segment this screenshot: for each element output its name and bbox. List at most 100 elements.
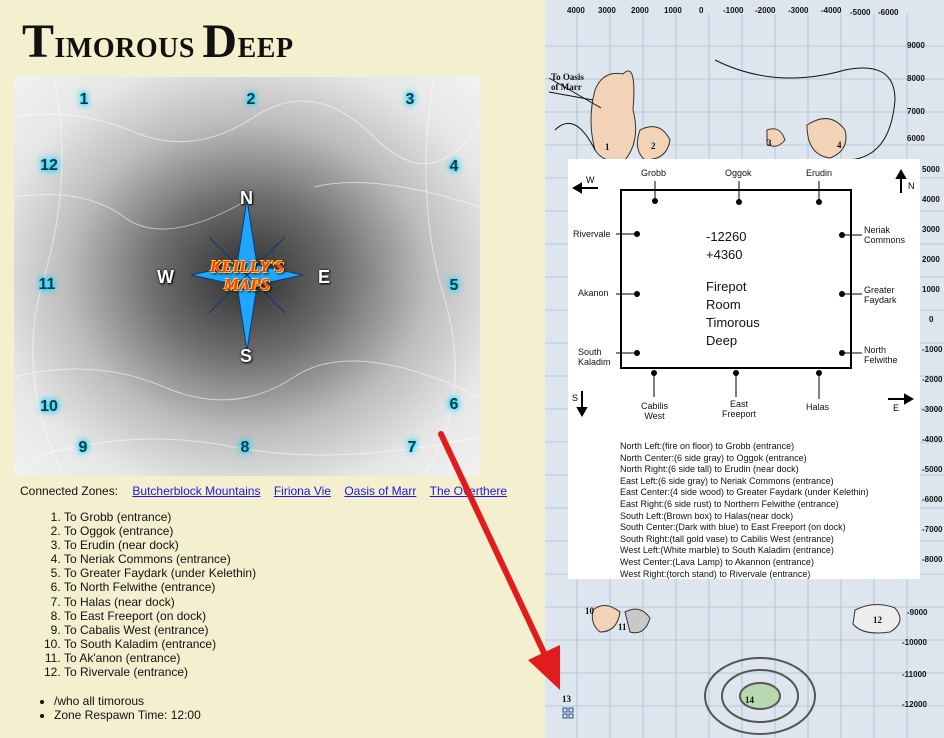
axis-tick-right: 6000 — [907, 134, 925, 143]
label-grobb: Grobb — [641, 168, 667, 178]
label-erudin: Erudin — [806, 168, 833, 178]
axis-tick-top: 1000 — [664, 6, 682, 15]
note-line: North Center:(6 side gray) to Oggok (ent… — [620, 452, 807, 463]
room-name-line: Room — [706, 297, 741, 312]
map-point-5: 5 — [449, 277, 459, 294]
axis-tick-right: 9000 — [907, 41, 925, 50]
map-point-1: 1 — [79, 91, 89, 108]
list-item: To Neriak Commons (entrance) — [64, 552, 256, 566]
label-north-felwithe: North Felwithe — [864, 345, 898, 365]
axis-tick-top: 3000 — [598, 6, 616, 15]
axis-tick-right: 5000 — [922, 165, 940, 174]
list-item: To Grobb (entrance) — [64, 510, 256, 524]
axis-tick-top: 0 — [699, 6, 704, 15]
note-line: South Center:(Dark with blue) to East Fr… — [620, 522, 846, 533]
axis-tick-right: -5000 — [922, 465, 943, 474]
map-point-2: 2 — [246, 91, 256, 108]
connected-zones: Connected Zones: Butcherblock Mountains … — [20, 484, 507, 498]
axis-tick-top: 2000 — [631, 6, 649, 15]
coord-y: +4360 — [706, 247, 743, 262]
note-line: South Right:(tall gold vase) to Cabilis … — [620, 533, 834, 544]
label-greater-faydark: Greater Faydark — [864, 285, 897, 305]
axis-tick-right: 4000 — [922, 195, 940, 204]
room-name-line: Timorous — [706, 315, 760, 330]
axis-tick-right: 3000 — [922, 225, 940, 234]
label-akanon: Akanon — [578, 288, 609, 298]
axis-tick-right: 7000 — [907, 107, 925, 116]
map-point-7: 7 — [407, 439, 417, 456]
note-line: East Left:(6 side gray) to Neriak Common… — [620, 475, 834, 486]
island-label: 2 — [651, 141, 656, 151]
note-line: North Right:(6 side tall) to Erudin (nea… — [620, 464, 799, 475]
axis-tick-top: -6000 — [878, 8, 899, 17]
note-line: South Left:(Brown box) to Halas(near doc… — [620, 510, 794, 521]
brand-logo: KEILLY'S MAPS — [210, 257, 284, 294]
list-item: To South Kaladim (entrance) — [64, 637, 256, 651]
label-oggok: Oggok — [725, 168, 752, 178]
list-item: To Greater Faydark (under Kelethin) — [64, 566, 256, 580]
axis-tick-right: 1000 — [922, 285, 940, 294]
note-line: East Center:(4 side wood) to Greater Fay… — [620, 487, 869, 498]
list-item: To Cabalis West (entrance) — [64, 623, 256, 637]
room-arrow-n: N — [908, 181, 915, 191]
zone-link-the-overthere[interactable]: The Overthere — [430, 484, 507, 498]
label-rivervale: Rivervale — [573, 229, 611, 239]
label-south-kaladim: South Kaladim — [578, 347, 611, 367]
axis-tick-top: -1000 — [723, 6, 744, 15]
compass-panel: 1 2 3 4 5 6 7 8 9 10 11 12 N S W E KEILL… — [14, 77, 480, 476]
connected-zones-label: Connected Zones: — [20, 484, 119, 498]
axis-tick-top: -5000 — [850, 8, 871, 17]
map-point-8: 8 — [240, 439, 250, 456]
zone-link-firiona-vie[interactable]: Firiona Vie — [274, 484, 331, 498]
zone-link-oasis-of-marr[interactable]: Oasis of Marr — [344, 484, 416, 498]
axis-tick-right: -10000 — [902, 638, 927, 647]
list-item: To Halas (near dock) — [64, 595, 256, 609]
axis-tick-top: -2000 — [755, 6, 776, 15]
map-point-6: 6 — [449, 396, 459, 413]
axis-tick-right: -11000 — [902, 670, 927, 679]
list-item: To Oggok (entrance) — [64, 524, 256, 538]
room-name-line: Deep — [706, 333, 738, 348]
island-label: 3 — [767, 138, 772, 148]
label-east-freeport: East Freeport — [722, 399, 757, 419]
zone-link-butcherblock[interactable]: Butcherblock Mountains — [132, 484, 260, 498]
axis-tick-top: -4000 — [821, 6, 842, 15]
list-item: To East Freeport (on dock) — [64, 609, 256, 623]
portal-notes: North Left:(fire on floor) to Grobb (ent… — [620, 441, 869, 580]
island-label: 12 — [873, 615, 882, 625]
room-coordinates-and-name: -12260 +4360 Firepot Room Timorous Deep — [706, 228, 760, 350]
axis-tick-right: -2000 — [922, 375, 943, 384]
map-point-10: 10 — [40, 398, 58, 415]
respawn-time: Zone Respawn Time: 12:00 — [54, 708, 201, 722]
compass-west-label: W — [157, 267, 174, 287]
map-point-9: 9 — [78, 439, 88, 456]
axis-tick-right: -6000 — [922, 495, 943, 504]
list-item: To Ak'anon (entrance) — [64, 651, 256, 665]
axis-tick-right: 2000 — [922, 255, 940, 264]
room-arrow-e: E — [893, 403, 899, 413]
note-line: West Left:(White marble) to South Kaladi… — [620, 545, 834, 556]
list-item: To North Felwithe (entrance) — [64, 580, 256, 594]
axis-tick-top: -3000 — [788, 6, 809, 15]
map-point-4: 4 — [449, 158, 459, 175]
compass-north-label: N — [240, 188, 253, 208]
axis-tick-right: -8000 — [922, 555, 943, 564]
note-line: West Right:(torch stand) to Rivervale (e… — [620, 568, 811, 579]
label-cabilis-west: Cabilis West — [641, 401, 669, 421]
compass-south-label: S — [240, 346, 253, 366]
island-label: 4 — [837, 140, 842, 150]
zone-info-list: /who all timorous Zone Respawn Time: 12:… — [32, 694, 201, 722]
destination-list: To Grobb (entrance) To Oggok (entrance) … — [32, 510, 256, 679]
page-title: TIMOROUS DEEP — [22, 15, 294, 68]
axis-tick-right: 0 — [929, 315, 934, 324]
list-item: To Erudin (near dock) — [64, 538, 256, 552]
axis-tick-right: -7000 — [922, 525, 943, 534]
who-command: /who all timorous — [54, 694, 201, 708]
island-label: 11 — [618, 622, 627, 632]
axis-tick-right: -12000 — [902, 700, 927, 709]
map-point-12: 12 — [40, 157, 58, 174]
island-label: 10 — [585, 606, 594, 616]
axis-tick-right: 8000 — [907, 74, 925, 83]
map-point-11: 11 — [38, 276, 56, 293]
island-label: 14 — [745, 695, 754, 705]
